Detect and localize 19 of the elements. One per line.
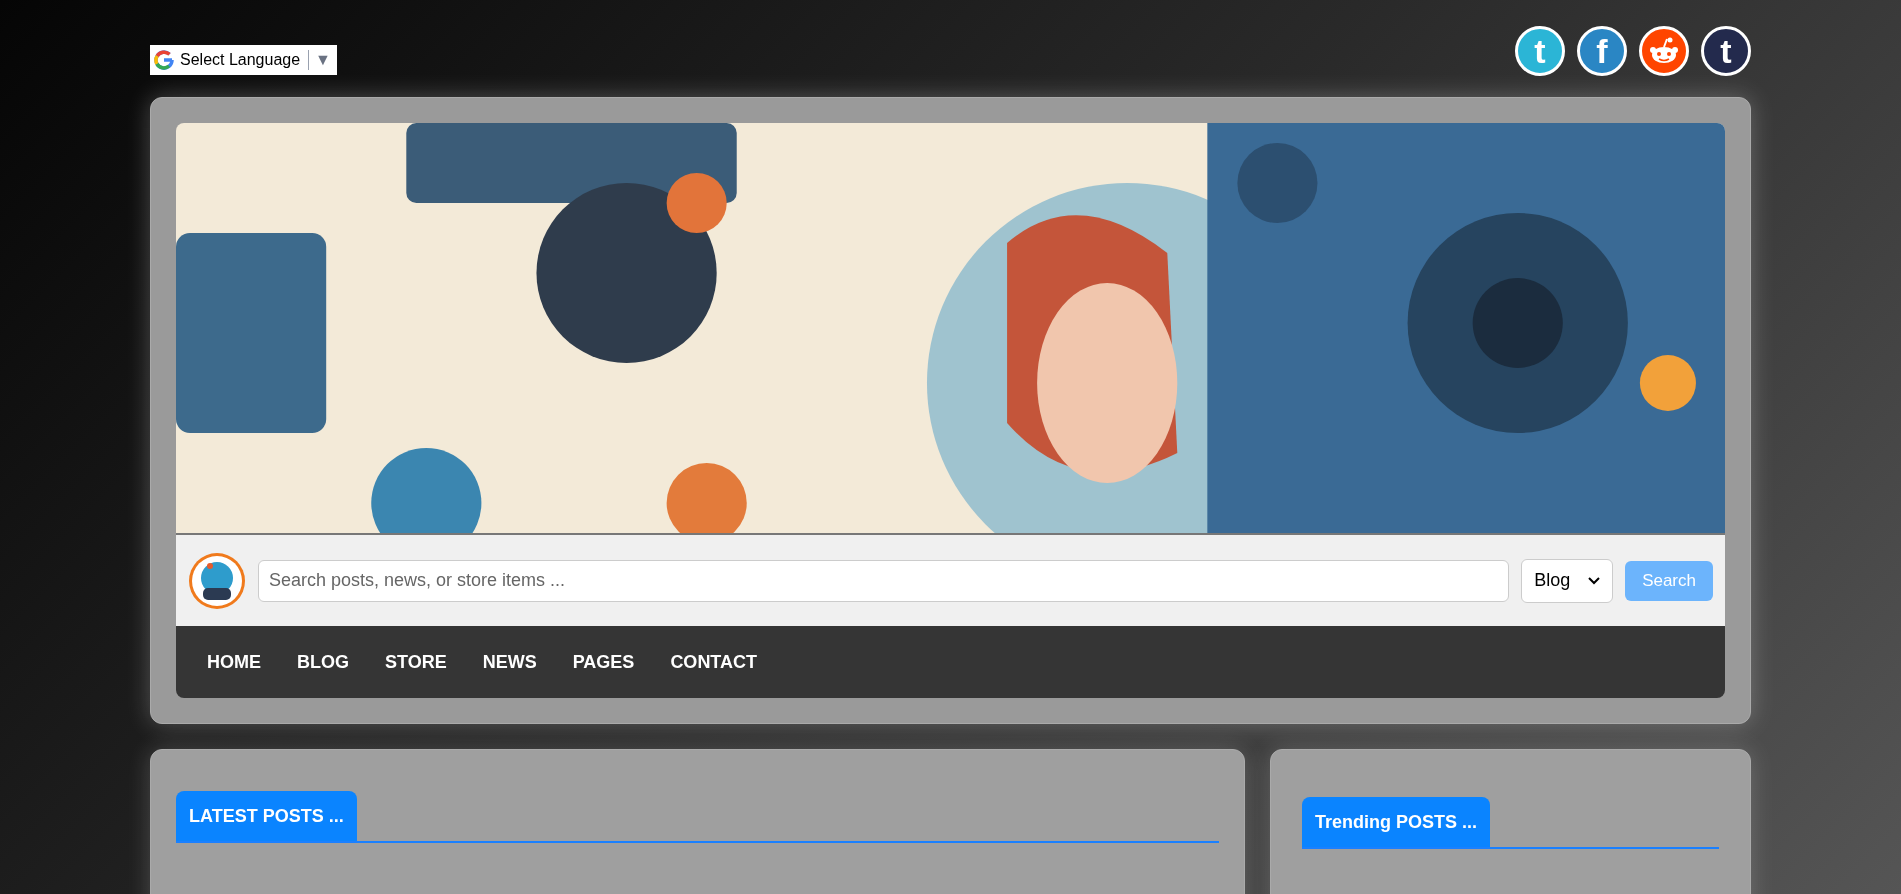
nav-link[interactable]: STORE bbox=[385, 648, 447, 676]
nav-link[interactable]: HOME bbox=[207, 648, 261, 676]
section-heading: Trending POSTS ... bbox=[1302, 797, 1491, 847]
language-selector[interactable]: Select Language ▼ bbox=[150, 45, 337, 75]
alien-icon bbox=[1649, 37, 1679, 65]
dropdown-arrow: ▼ bbox=[315, 50, 332, 70]
search-field[interactable]: Search posts, news, or store items ... bbox=[258, 559, 1510, 602]
category-select[interactable]: Blog bbox=[1521, 558, 1614, 603]
google-icon bbox=[154, 50, 174, 70]
social-link[interactable]: t bbox=[1701, 26, 1751, 76]
nav-link[interactable]: CONTACT bbox=[670, 648, 758, 676]
chevron-down-icon bbox=[1588, 576, 1601, 585]
nav-link[interactable]: BLOG bbox=[297, 648, 349, 676]
section-heading: LATEST POSTS ... bbox=[176, 791, 357, 841]
reddit-link[interactable] bbox=[1639, 26, 1689, 76]
language-label: Select Language bbox=[180, 50, 301, 70]
nav-link[interactable]: NEWS bbox=[482, 648, 537, 676]
nav-link[interactable]: PAGES bbox=[572, 648, 635, 676]
social-link[interactable]: f bbox=[1577, 26, 1627, 76]
